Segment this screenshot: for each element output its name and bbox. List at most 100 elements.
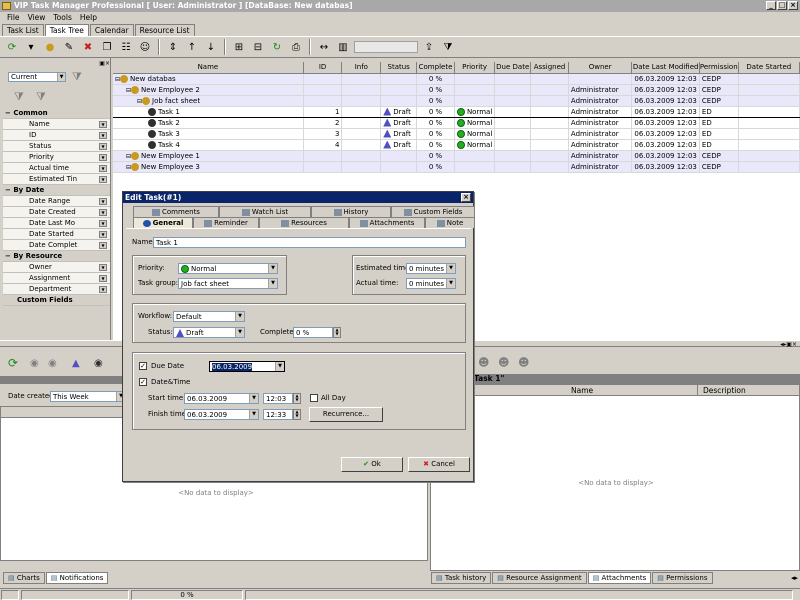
pin-icon[interactable]: ▣× <box>92 60 110 67</box>
property-row[interactable]: Assignment ▼ <box>3 273 110 284</box>
tab-charts[interactable]: ▤ Charts <box>3 572 45 584</box>
tab-scroll-buttons[interactable]: ◂▸ <box>791 574 798 582</box>
column-header[interactable]: Due Date <box>494 62 532 74</box>
column-header[interactable]: Assigned <box>530 62 569 74</box>
tab-notifications[interactable]: ▤ Notifications <box>45 572 109 584</box>
table-row[interactable]: ⊟ New Employee 10 % Administrator 06.03.200… <box>113 150 800 162</box>
priority-combo[interactable]: Normal ▼ <box>178 263 278 274</box>
all-day-checkbox[interactable] <box>310 394 318 402</box>
property-row[interactable]: Date Range ▼ <box>3 196 110 207</box>
tab-attachments[interactable]: Attachments <box>349 217 425 228</box>
start-time-spinner[interactable]: ▲ ▼ <box>293 393 301 404</box>
table-row[interactable]: ⊟ Job fact sheet 0 % Administrator 06.03.200… <box>113 95 800 107</box>
funnel-add-icon[interactable]: ⧩ <box>14 90 24 104</box>
tab-calendar[interactable]: Calendar <box>89 24 134 36</box>
table-row[interactable]: Task 1 1 Draft 0 % Normal Administrator 06.03.… <box>113 105 800 118</box>
columns-icon[interactable]: ▥ <box>335 39 351 55</box>
minimize-button[interactable]: _ <box>766 1 776 10</box>
view-all-icon[interactable]: ◉ <box>48 358 57 369</box>
chevron-down-icon[interactable]: ▼ <box>99 132 107 139</box>
table-row[interactable]: Task 2 2 Draft 0 % Normal Administrator 06.03.… <box>113 117 800 129</box>
refresh-icon[interactable]: ⟳ <box>4 39 20 55</box>
toolbar-dropdown[interactable] <box>354 41 418 53</box>
filter-combo[interactable]: Current ▼ <box>8 72 66 82</box>
fit-width-icon[interactable]: ↔ <box>316 39 332 55</box>
table-row[interactable]: ⊟ New Employee 20 % Administrator 06.03.200… <box>113 84 800 96</box>
property-row[interactable]: Department ▼ <box>3 284 110 295</box>
tab-custom-fields[interactable]: Custom Fields <box>391 206 475 217</box>
cancel-button[interactable]: ✖ Cancel <box>408 457 470 472</box>
expand-icon[interactable]: ⊞ <box>231 39 247 55</box>
chevron-down-icon[interactable]: ▼ <box>99 275 107 282</box>
column-header[interactable]: Date Last Modified <box>631 62 700 74</box>
tab-watch-list[interactable]: Watch List <box>219 206 311 217</box>
remove-resource-icon[interactable]: ☻ <box>518 356 529 369</box>
add-resource-icon[interactable]: ☻ <box>478 356 489 369</box>
tab-resource-assignment[interactable]: ▤ Resource Assignment <box>492 572 587 584</box>
print-icon[interactable]: ⎙ <box>288 39 304 55</box>
chevron-down-icon[interactable]: ▼ <box>99 121 107 128</box>
close-button[interactable]: × <box>788 1 798 10</box>
menu-view[interactable]: View <box>25 12 49 24</box>
chevron-down-icon[interactable]: ▼ <box>99 286 107 293</box>
task-properties-icon[interactable]: ☷ <box>118 39 134 55</box>
tab-note[interactable]: Note <box>425 217 475 228</box>
start-time-input[interactable]: 12:03 <box>263 393 293 404</box>
new-folder-icon[interactable]: ● <box>42 39 58 55</box>
menu-help[interactable]: Help <box>77 12 100 24</box>
edit-resource-icon[interactable]: ☻ <box>498 356 509 369</box>
estimated-time-combo[interactable]: 0 minutes ▼ <box>406 263 456 274</box>
custom-fields-group[interactable]: Custom Fields <box>3 295 110 306</box>
chevron-down-icon[interactable]: ▼ <box>99 198 107 205</box>
workflow-combo[interactable]: Default ▼ <box>173 311 245 322</box>
status-combo[interactable]: Draft ▼ <box>173 327 245 338</box>
actual-time-combo[interactable]: 0 minutes ▼ <box>406 278 456 289</box>
property-group-header[interactable]: − By Resource <box>3 251 110 262</box>
tab-comments[interactable]: Comments <box>133 206 219 217</box>
property-row[interactable]: Status ▼ <box>3 141 110 152</box>
property-group-header[interactable]: − By Date <box>3 185 110 196</box>
settings-icon[interactable]: ◉ <box>94 358 103 369</box>
collapse-icon[interactable]: ⊟ <box>250 39 266 55</box>
column-header[interactable]: Priority <box>454 62 496 74</box>
due-date-checkbox[interactable]: ✓ <box>139 362 147 370</box>
column-header[interactable]: Date Started <box>738 62 800 74</box>
name-input[interactable]: Task 1 <box>153 237 466 248</box>
tab-permissions[interactable]: ▤ Permissions <box>652 572 713 584</box>
tab-attachments[interactable]: ▤ Attachments <box>587 572 652 584</box>
chevron-down-icon[interactable]: ▼ <box>99 220 107 227</box>
menu-file[interactable]: File <box>4 12 23 24</box>
complete-spinner[interactable]: ▲ ▼ <box>333 327 341 338</box>
property-row[interactable]: Date Created ▼ <box>3 207 110 218</box>
property-row[interactable]: Owner ▼ <box>3 262 110 273</box>
chevron-down-icon[interactable]: ▼ <box>99 176 107 183</box>
date-created-combo[interactable]: This Week ▼ <box>50 391 126 402</box>
chevron-down-icon[interactable]: ▼ <box>99 242 107 249</box>
tab-general[interactable]: General <box>133 217 193 228</box>
property-row[interactable]: Actual time ▼ <box>3 163 110 174</box>
chevron-down-icon[interactable]: ▼ <box>99 154 107 161</box>
funnel-icon[interactable]: ⧩ <box>72 70 82 84</box>
complete-input[interactable]: 0 % <box>293 327 333 338</box>
chevron-down-icon[interactable]: ▼ <box>99 165 107 172</box>
finish-time-input[interactable]: 12:33 <box>263 409 293 420</box>
menu-tools[interactable]: Tools <box>50 12 74 24</box>
property-row[interactable]: ID ▼ <box>3 130 110 141</box>
property-row[interactable]: Date Last Mo ▼ <box>3 218 110 229</box>
tab-history[interactable]: History <box>311 206 391 217</box>
finish-time-spinner[interactable]: ▲ ▼ <box>293 409 301 420</box>
column-header[interactable]: Complete <box>416 62 455 74</box>
taskgroup-combo[interactable]: Job fact sheet ▼ <box>178 278 278 289</box>
tab-task-list[interactable]: Task List <box>2 24 44 36</box>
sync-icon[interactable]: ↻ <box>269 39 285 55</box>
table-row[interactable]: Task 4 4 Draft 0 % Normal Administrator 06.03.… <box>113 139 800 151</box>
funnel-clear-icon[interactable]: ⧩ <box>36 90 46 104</box>
edit-task-icon[interactable]: ✎ <box>61 39 77 55</box>
tab-reminder[interactable]: Reminder <box>193 217 259 228</box>
property-row[interactable]: Priority ▼ <box>3 152 110 163</box>
property-row[interactable]: Estimated Tin ▼ <box>3 174 110 185</box>
dialog-close-button[interactable]: × <box>461 193 471 202</box>
recurrence-button[interactable]: Recurrence... <box>309 407 383 422</box>
start-date-picker[interactable]: 06.03.2009 ▼ <box>184 393 259 404</box>
assign-icon[interactable]: ☺ <box>137 39 153 55</box>
